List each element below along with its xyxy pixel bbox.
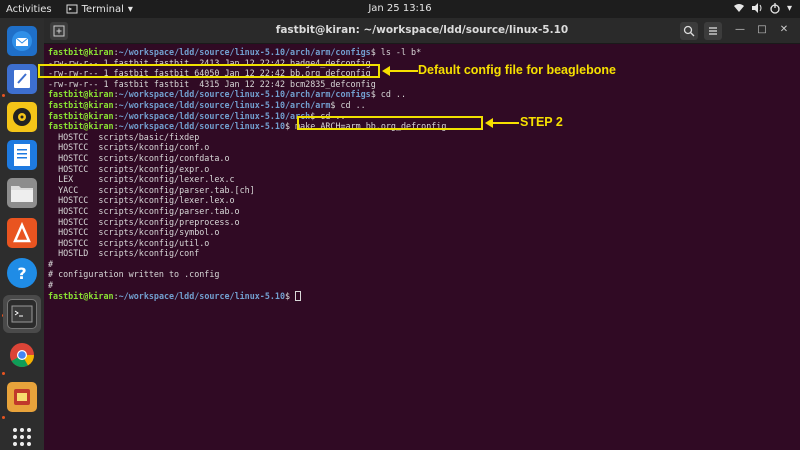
activities-button[interactable]: Activities (6, 4, 52, 15)
output-text: HOSTCC scripts/basic/fixdep (48, 131, 200, 142)
app-grid-icon[interactable] (7, 422, 37, 450)
minimize-icon: — (735, 24, 745, 35)
menu-button[interactable] (704, 22, 722, 40)
prompt-user: fastbit@kiran (48, 89, 114, 100)
running-indicator (2, 372, 5, 375)
power-icon (770, 3, 780, 14)
prompt-path: ~/workspace/ldd/source/linux-5.10 (118, 121, 286, 132)
arrow-left-icon (382, 66, 418, 76)
terminal-line: -rw-rw-r-- 1 fastbit fastbit 4315 Jan 12… (48, 79, 796, 90)
prompt-user: fastbit@kiran (48, 121, 114, 132)
output-text: # configuration written to .config (48, 269, 220, 280)
output-text: HOSTCC scripts/kconfig/confdata.o (48, 152, 230, 163)
terminal-line: HOSTCC scripts/kconfig/conf.o (48, 142, 796, 153)
close-button[interactable]: ✕ (778, 24, 790, 35)
thunderbird-icon[interactable] (7, 26, 37, 56)
text-cursor (295, 290, 302, 301)
output-text: # (48, 280, 54, 291)
writer-icon[interactable] (7, 140, 37, 170)
command-text: cd .. (375, 89, 407, 100)
output-text: LEX scripts/kconfig/lexer.lex.c (48, 174, 235, 185)
command-text: ls -l b* (375, 47, 422, 57)
top-bar: Activities Terminal ▾ Jan 25 13:16 ▾ (0, 0, 800, 18)
terminal-line: # (48, 259, 796, 270)
terminal-line: HOSTCC scripts/kconfig/parser.tab.o (48, 206, 796, 217)
app-name: Terminal (81, 3, 124, 15)
running-indicator (2, 94, 5, 97)
terminal-line: fastbit@kiran:~/workspace/ldd/source/lin… (48, 290, 796, 302)
prompt-user: fastbit@kiran (48, 99, 114, 110)
hamburger-menu-icon (709, 27, 717, 35)
terminal-line: HOSTLD scripts/kconfig/conf (48, 248, 796, 259)
window-titlebar[interactable]: fastbit@kiran: ~/workspace/ldd/source/li… (44, 18, 800, 44)
prompt-path: ~/workspace/ldd/source/linux-5.10/arch/a… (118, 89, 371, 100)
prompt-path: ~/workspace/ldd/source/linux-5.10/arch/a… (118, 47, 371, 57)
terminal-line: HOSTCC scripts/kconfig/confdata.o (48, 153, 796, 164)
terminal-icon[interactable] (7, 299, 37, 329)
defconfig-highlight-box (38, 64, 380, 78)
terminal-line: HOSTCC scripts/kconfig/expr.o (48, 164, 796, 175)
close-icon: ✕ (779, 24, 789, 35)
arrow-left-icon (485, 118, 519, 128)
prompt-user: fastbit@kiran (48, 47, 114, 57)
terminal-output[interactable]: fastbit@kiran:~/workspace/ldd/source/lin… (48, 47, 796, 301)
terminal-line: fastbit@kiran:~/workspace/ldd/source/lin… (48, 47, 796, 58)
output-text: HOSTCC scripts/kconfig/symbol.o (48, 227, 220, 238)
prompt-user: fastbit@kiran (48, 110, 114, 121)
prompt-path: ~/workspace/ldd/source/linux-5.10 (118, 290, 286, 301)
maximize-icon: □ (757, 24, 767, 35)
command-text: cd .. (335, 99, 366, 110)
prompt-path: ~/workspace/ldd/source/linux-5.10/arch/a… (118, 99, 331, 110)
terminal-line: HOSTCC scripts/kconfig/preprocess.o (48, 217, 796, 228)
system-menu[interactable]: ▾ (733, 2, 792, 14)
output-text: HOSTCC scripts/kconfig/conf.o (48, 142, 210, 153)
output-text: # (48, 258, 54, 269)
help-icon[interactable]: ? (7, 258, 37, 288)
terminal-line: HOSTCC scripts/basic/fixdep (48, 132, 796, 143)
output-text: HOSTCC scripts/kconfig/lexer.lex.o (48, 195, 235, 206)
chevron-down-icon: ▾ (127, 3, 133, 15)
volume-icon (751, 3, 762, 13)
output-text: -rw-rw-r-- 1 fastbit fastbit 4315 Jan 12… (48, 78, 376, 89)
make-command-highlight-box (297, 116, 483, 130)
output-text: HOSTCC scripts/kconfig/expr.o (48, 163, 210, 174)
prompt-user: fastbit@kiran (48, 290, 114, 301)
clock[interactable]: Jan 25 13:16 (368, 3, 431, 14)
minimize-button[interactable]: — (734, 24, 746, 35)
search-button[interactable] (680, 22, 698, 40)
prompt-path: ~/workspace/ldd/source/linux-5.10/arch (118, 110, 311, 121)
terminal-line: # (48, 280, 796, 291)
running-indicator (2, 416, 5, 419)
chevron-down-icon: ▾ (786, 2, 792, 14)
terminal-line: YACC scripts/kconfig/parser.tab.[ch] (48, 185, 796, 196)
config-annotation: Default config file for beaglebone (418, 63, 616, 77)
step-annotation: STEP 2 (520, 115, 563, 129)
text-editor-icon[interactable] (7, 64, 37, 94)
output-text: HOSTLD scripts/kconfig/conf (48, 248, 200, 259)
terminal-line: LEX scripts/kconfig/lexer.lex.c (48, 174, 796, 185)
terminal-line: fastbit@kiran:~/workspace/ldd/source/lin… (48, 100, 796, 111)
app-menu[interactable]: Terminal ▾ (66, 3, 133, 15)
rhythmbox-icon[interactable] (7, 102, 37, 132)
terminal-line: HOSTCC scripts/kconfig/lexer.lex.o (48, 195, 796, 206)
output-text: HOSTCC scripts/kconfig/util.o (48, 237, 210, 248)
search-icon (683, 25, 695, 37)
dock: ? (0, 18, 44, 450)
software-icon[interactable] (7, 218, 37, 248)
maximize-button[interactable]: □ (756, 24, 768, 35)
terminal-line: fastbit@kiran:~/workspace/ldd/source/lin… (48, 89, 796, 100)
files-icon[interactable] (7, 178, 37, 208)
terminal-line: HOSTCC scripts/kconfig/util.o (48, 238, 796, 249)
terminal-small-icon (66, 4, 78, 14)
terminal-window[interactable]: fastbit@kiran: ~/workspace/ldd/source/li… (38, 18, 800, 450)
terminal-line: HOSTCC scripts/kconfig/symbol.o (48, 227, 796, 238)
output-text: HOSTCC scripts/kconfig/parser.tab.o (48, 205, 240, 216)
files-archive-icon[interactable] (7, 382, 37, 412)
output-text: YACC scripts/kconfig/parser.tab.[ch] (48, 184, 255, 195)
terminal-line: # configuration written to .config (48, 269, 796, 280)
output-text: HOSTCC scripts/kconfig/preprocess.o (48, 216, 240, 227)
wifi-icon (733, 4, 744, 12)
chrome-icon[interactable] (7, 340, 37, 370)
svg-text:?: ? (17, 264, 26, 283)
